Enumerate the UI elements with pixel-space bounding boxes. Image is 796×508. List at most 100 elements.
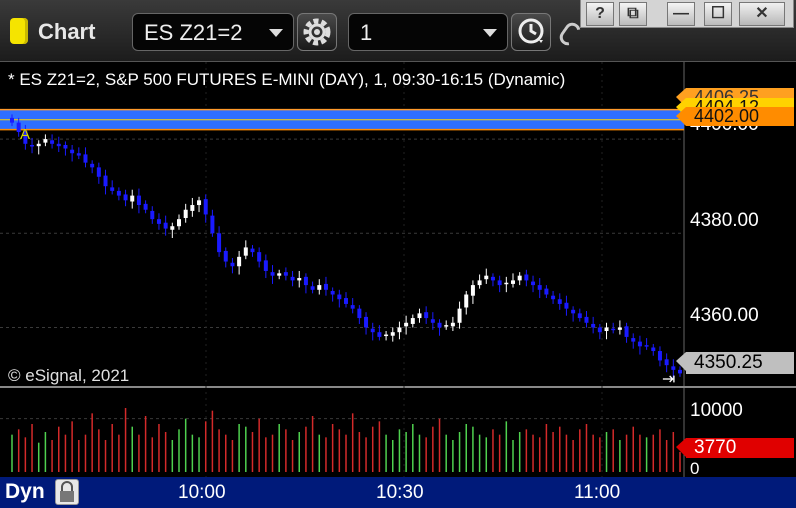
candle-body: [297, 278, 302, 281]
candle-body: [290, 276, 295, 281]
candle-body: [450, 322, 455, 327]
candle-body: [537, 285, 542, 290]
candle-body: [437, 322, 442, 328]
last-volume-tag: 3770: [676, 438, 794, 458]
candle-body: [317, 285, 322, 290]
candle-body: [10, 117, 14, 123]
help-button[interactable]: ?: [586, 2, 614, 26]
price-tag: 4402.00: [676, 107, 794, 126]
candle-body: [457, 308, 462, 323]
candle-body: [544, 288, 549, 295]
app-icon: [10, 18, 28, 44]
candle-body: [384, 334, 389, 337]
candle-body: [497, 280, 502, 286]
candle-body: [357, 308, 362, 319]
time-tick-label: 10:00: [178, 482, 226, 503]
clock-icon: [518, 18, 544, 44]
candle-body: [410, 318, 415, 324]
candle-body: [63, 144, 68, 149]
candle-body: [657, 351, 662, 361]
maximize-button[interactable]: ☐: [704, 2, 732, 26]
watermark: © eSignal, 2021: [8, 366, 130, 385]
candle-body: [637, 341, 642, 347]
candle-body: [70, 149, 75, 154]
clock-button[interactable]: [511, 13, 551, 51]
candle-body: [330, 290, 335, 295]
dynamic-label[interactable]: Dyn: [5, 480, 45, 504]
candle-body: [624, 326, 629, 337]
candle-body: [76, 153, 81, 156]
candle-body: [571, 309, 576, 314]
candle-body: [190, 205, 195, 211]
candle-body: [163, 222, 168, 229]
candle-body: [257, 252, 262, 262]
candle-body: [524, 274, 529, 281]
candle-body: [430, 319, 435, 323]
candle-body: [303, 276, 308, 286]
chart-header: * ES Z21=2, S&P 500 FUTURES E-MINI (DAY)…: [8, 70, 566, 89]
time-tick-label: 11:00: [574, 482, 621, 503]
candle-body: [170, 226, 175, 230]
candle-body: [197, 200, 202, 206]
lock-button[interactable]: [55, 479, 79, 505]
candle-body: [337, 294, 342, 300]
candle-body: [90, 163, 95, 168]
candle-body: [150, 210, 155, 220]
candle-body: [564, 302, 569, 309]
candle-body: [243, 247, 248, 256]
symbol-value: ES Z21=2: [144, 20, 243, 45]
time-tick-label: 10:30: [376, 482, 424, 503]
scroll-to-end-icon[interactable]: ⇥: [662, 369, 675, 389]
candle-body: [217, 233, 222, 253]
candle-body: [130, 195, 135, 202]
settings-button[interactable]: [297, 13, 337, 51]
close-button[interactable]: ✕: [739, 2, 785, 26]
candle-body: [404, 322, 409, 327]
candle-body: [344, 298, 348, 304]
candle-body: [511, 280, 515, 284]
candle-body: [664, 359, 669, 366]
candle-body: [183, 209, 188, 218]
candle-body: [110, 187, 115, 191]
gear-icon: [303, 18, 331, 46]
candle-body: [96, 167, 101, 177]
volume-tick-label: 10000: [690, 400, 743, 421]
candle-body: [531, 281, 536, 286]
candle-body: [444, 325, 449, 327]
candle-body: [123, 194, 128, 201]
candle-body: [103, 175, 108, 187]
candle-body: [397, 327, 402, 333]
restore-button[interactable]: ⧉: [619, 2, 647, 26]
signal-marker: A: [20, 126, 31, 143]
candle-body: [424, 312, 429, 319]
candle-body: [323, 283, 328, 290]
candle-body: [270, 272, 275, 276]
candle-body: [611, 328, 616, 331]
candle-body: [230, 262, 235, 267]
symbol-combo[interactable]: ES Z21=2: [132, 13, 294, 51]
candle-body: [136, 195, 141, 206]
candle-body: [210, 215, 215, 234]
candle-body: [490, 276, 495, 281]
candle-body: [377, 332, 382, 337]
candle-body: [177, 219, 181, 227]
candle-body: [504, 282, 509, 285]
candle-body: [237, 256, 242, 267]
candle-body: [597, 327, 602, 333]
last-price-tag: 4350.25: [676, 352, 794, 374]
candle-body: [283, 272, 288, 276]
candle-body: [577, 313, 582, 319]
candle-body: [30, 144, 35, 147]
interval-combo[interactable]: 1: [348, 13, 508, 51]
minimize-button[interactable]: —: [667, 2, 695, 26]
chevron-down-icon: [269, 29, 283, 37]
candle-body: [517, 275, 522, 281]
candle-body: [250, 248, 255, 253]
title-bar: Chart ES Z21=2 1 ? ⧉ — ☐ ✕: [0, 0, 796, 62]
candle-body: [644, 345, 649, 347]
time-axis-bar: Dyn 10:00 10:30 11:00: [0, 477, 796, 508]
candle-body: [464, 294, 469, 308]
candle-body: [484, 275, 489, 280]
candle-body: [36, 143, 41, 147]
candle-body: [390, 332, 395, 336]
